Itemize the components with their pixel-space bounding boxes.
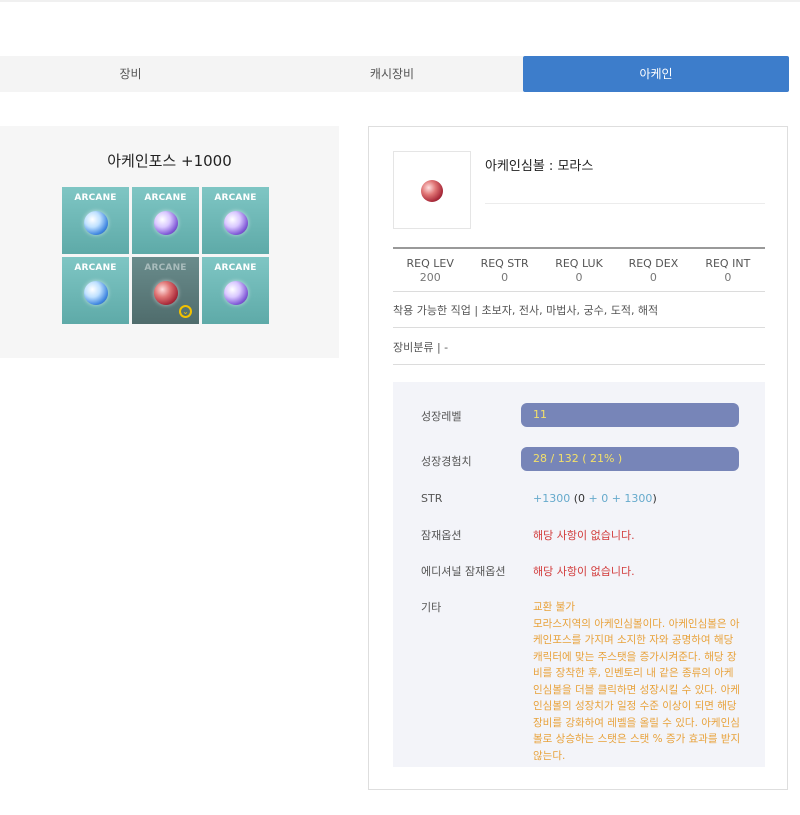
divider xyxy=(393,327,765,328)
tab-arcane[interactable]: 아케인 xyxy=(523,56,789,92)
item-name: 아케인심볼 : 모라스 xyxy=(485,159,594,174)
red-arcane-symbol-icon xyxy=(154,281,178,305)
req-value: 0 xyxy=(501,271,509,284)
growth-exp-label: 성장경험치 xyxy=(421,455,472,468)
arcane-slot-label: ARCANE xyxy=(214,193,257,203)
additional-potential-label: 에디셔널 잠재옵션 xyxy=(421,565,506,578)
tab-equipment[interactable]: 장비 xyxy=(0,56,261,92)
req-str: REQ STR 0 xyxy=(467,249,541,291)
str-value: +1300 (0 + 0 + 1300) xyxy=(533,492,657,505)
red-arcane-symbol-icon xyxy=(421,180,443,202)
str-base: 0 xyxy=(578,492,586,505)
str-close: ) xyxy=(652,492,657,505)
blue-arcane-symbol-icon xyxy=(84,211,108,235)
purple-arcane-symbol-icon xyxy=(154,211,178,235)
top-divider xyxy=(0,0,800,2)
divider xyxy=(393,364,765,365)
equipment-category: 장비분류 | - xyxy=(393,341,449,354)
etc-label: 기타 xyxy=(421,601,442,614)
req-level: REQ LEV 200 xyxy=(393,249,467,291)
chevron-down-icon: ⌄ xyxy=(179,305,192,318)
req-int: REQ INT 0 xyxy=(691,249,765,291)
arcane-slot-2[interactable]: ARCANE xyxy=(132,187,199,254)
additional-potential-value: 해당 사항이 없습니다. xyxy=(533,565,635,578)
stats-box: 성장레벨 11 성장경험치 28 / 132 ( 21% ) STR +1300… xyxy=(393,382,765,767)
arcane-slot-label: ARCANE xyxy=(214,263,257,273)
arcane-slot-label: ARCANE xyxy=(144,193,187,203)
arcane-slot-5-selected[interactable]: ARCANE ⌄ xyxy=(132,257,199,324)
potential-value: 해당 사항이 없습니다. xyxy=(533,529,635,542)
purple-arcane-symbol-icon xyxy=(224,211,248,235)
item-detail-panel: 아케인심볼 : 모라스 REQ LEV 200 REQ STR 0 REQ LU… xyxy=(368,126,788,790)
divider xyxy=(485,203,765,204)
req-value: 200 xyxy=(419,271,441,284)
req-label: REQ LUK xyxy=(555,257,603,270)
growth-level-label: 성장레벨 xyxy=(421,410,462,423)
purple-arcane-symbol-icon xyxy=(224,281,248,305)
available-jobs: 착용 가능한 직업 | 초보자, 전사, 마법사, 궁수, 도적, 해적 xyxy=(393,304,659,317)
growth-exp-bar: 28 / 132 ( 21% ) xyxy=(521,447,739,471)
arcane-slot-label: ARCANE xyxy=(74,263,117,273)
req-label: REQ LEV xyxy=(406,257,454,270)
arcane-force-total: 아케인포스 +1000 xyxy=(107,152,232,170)
str-bonus: + 0 + 1300 xyxy=(585,492,653,505)
arcane-slot-3[interactable]: ARCANE xyxy=(202,187,269,254)
req-label: REQ INT xyxy=(705,257,751,270)
tab-cash-equipment[interactable]: 캐시장비 xyxy=(261,56,523,92)
arcane-slot-4[interactable]: ARCANE xyxy=(62,257,129,324)
blue-arcane-symbol-icon xyxy=(84,281,108,305)
req-label: REQ STR xyxy=(480,257,529,270)
str-open: ( xyxy=(570,492,579,505)
arcane-slot-label: ARCANE xyxy=(144,263,187,273)
arcane-symbol-grid: ARCANE ARCANE ARCANE ARCANE ARCANE ⌄ ARC… xyxy=(62,187,270,325)
arcane-slot-1[interactable]: ARCANE xyxy=(62,187,129,254)
req-value: 0 xyxy=(649,271,657,284)
growth-level-bar: 11 xyxy=(521,403,739,427)
requirements-row: REQ LEV 200 REQ STR 0 REQ LUK 0 REQ DEX … xyxy=(393,247,765,292)
req-value: 0 xyxy=(724,271,732,284)
etc-description: 교환 불가 모라스지역의 아케인심볼이다. 아케인심볼은 아케인포스를 가지며 … xyxy=(533,601,741,762)
req-value: 0 xyxy=(575,271,583,284)
potential-label: 잠재옵션 xyxy=(421,529,462,542)
str-total: +1300 xyxy=(533,492,571,505)
equipment-tabs: 장비 캐시장비 아케인 xyxy=(0,56,789,92)
req-dex: REQ DEX 0 xyxy=(616,249,690,291)
item-thumbnail xyxy=(393,151,471,229)
str-label: STR xyxy=(421,492,443,505)
req-label: REQ DEX xyxy=(628,257,679,270)
arcane-slot-6[interactable]: ARCANE xyxy=(202,257,269,324)
req-luk: REQ LUK 0 xyxy=(542,249,616,291)
arcane-slot-label: ARCANE xyxy=(74,193,117,203)
